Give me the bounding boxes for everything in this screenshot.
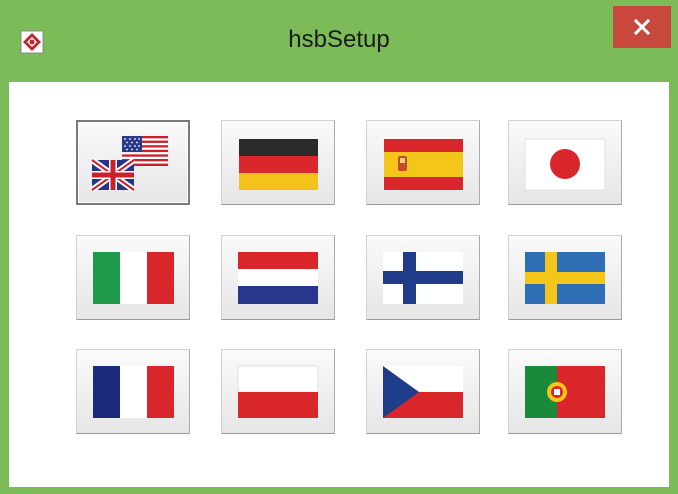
- flag-spanish-button[interactable]: [366, 120, 480, 205]
- close-button[interactable]: [613, 6, 671, 48]
- flag-italian-button[interactable]: [76, 235, 190, 320]
- flag-english-button[interactable]: [76, 120, 190, 205]
- flag-japanese-button[interactable]: [508, 120, 622, 205]
- germany-flag-icon: [239, 139, 318, 190]
- window-title: hsbSetup: [288, 26, 390, 53]
- setup-window: hsbSetup: [0, 0, 678, 494]
- flag-french-button[interactable]: [76, 349, 190, 434]
- flag-swedish-button[interactable]: [508, 235, 622, 320]
- flag-portuguese-button[interactable]: [508, 349, 622, 434]
- flag-polish-button[interactable]: [221, 349, 335, 434]
- flag-finnish-button[interactable]: [366, 235, 480, 320]
- japan-flag-icon: [524, 138, 606, 191]
- close-icon: [633, 18, 651, 36]
- poland-flag-icon: [237, 365, 319, 418]
- uk-us-flag-icon: [90, 136, 168, 193]
- sweden-flag-icon: [525, 252, 605, 304]
- title-bar[interactable]: hsbSetup: [0, 0, 678, 82]
- flag-german-button[interactable]: [221, 120, 335, 205]
- finland-flag-icon: [383, 252, 463, 304]
- flag-czech-button[interactable]: [366, 349, 480, 434]
- italy-flag-icon: [93, 252, 174, 304]
- netherlands-flag-icon: [238, 252, 318, 304]
- czech-flag-icon: [383, 366, 463, 418]
- portugal-flag-icon: [525, 366, 605, 418]
- flag-dutch-button[interactable]: [221, 235, 335, 320]
- language-panel: [9, 82, 669, 487]
- france-flag-icon: [93, 366, 174, 418]
- spain-flag-icon: [384, 139, 463, 190]
